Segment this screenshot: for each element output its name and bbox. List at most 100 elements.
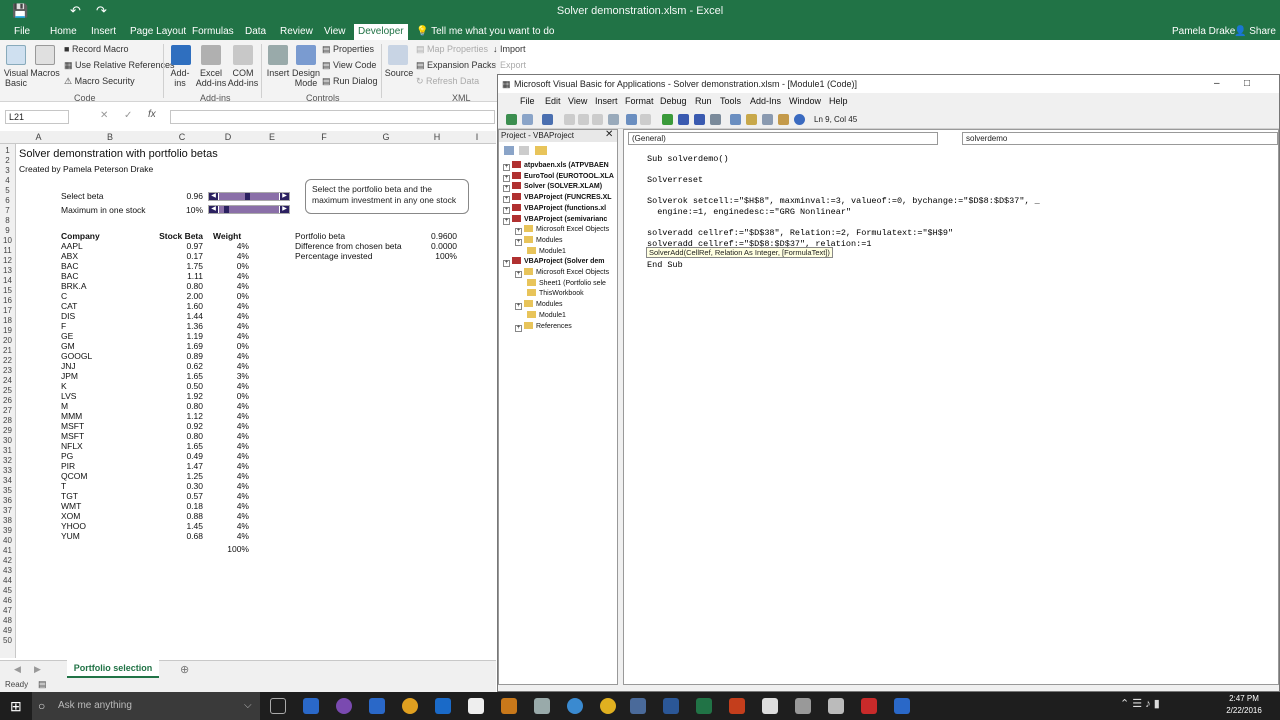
percentage-value[interactable]: 100%: [417, 251, 457, 261]
menu-window[interactable]: Window: [789, 96, 821, 106]
app-icon[interactable]: [894, 698, 910, 714]
tree-item[interactable]: + Microsoft Excel Objects: [515, 225, 609, 236]
app-icon[interactable]: [762, 698, 778, 714]
stock-beta[interactable]: 1.36: [159, 321, 203, 331]
stock-weight[interactable]: 4%: [205, 521, 249, 531]
stock-weight[interactable]: 4%: [205, 451, 249, 461]
difference-value[interactable]: 0.0000: [417, 241, 457, 251]
break-icon[interactable]: [678, 114, 689, 125]
stock-company[interactable]: YHOO: [61, 521, 86, 531]
sheet-author[interactable]: Created by Pamela Peterson Drake: [19, 164, 153, 174]
row-header[interactable]: 1: [0, 146, 15, 156]
column-header[interactable]: C: [159, 132, 205, 142]
expansion-packs-button[interactable]: ▤ Expansion Packs: [416, 60, 496, 71]
expand-icon[interactable]: +: [503, 217, 510, 225]
expand-icon[interactable]: +: [503, 196, 510, 204]
app-icon[interactable]: [501, 698, 517, 714]
tab-developer[interactable]: Developer: [354, 24, 408, 40]
menu-file[interactable]: File: [520, 96, 535, 106]
row-header[interactable]: 43: [0, 566, 15, 576]
stock-beta[interactable]: 1.45: [159, 521, 203, 531]
stock-weight[interactable]: 4%: [205, 271, 249, 281]
row-header[interactable]: 46: [0, 596, 15, 606]
app-icon[interactable]: [828, 698, 844, 714]
row-header[interactable]: 34: [0, 476, 15, 486]
macros-button[interactable]: Macros: [30, 68, 60, 78]
tray-icons[interactable]: ⌃ ☰ ♪ ▮: [1120, 697, 1160, 710]
stock-beta[interactable]: 0.68: [159, 531, 203, 541]
stock-beta[interactable]: 0.80: [159, 401, 203, 411]
slider-left-button[interactable]: ◀: [209, 206, 218, 213]
export-button[interactable]: ↑ Export: [493, 60, 526, 70]
row-header[interactable]: 22: [0, 356, 15, 366]
stock-beta[interactable]: 1.69: [159, 341, 203, 351]
portfolio-beta-value[interactable]: 0.9600: [417, 231, 457, 241]
row-header[interactable]: 40: [0, 536, 15, 546]
edge-icon[interactable]: [303, 698, 319, 714]
tree-item[interactable]: + EuroTool (EUROTOOL.XLA: [503, 171, 614, 182]
stock-company[interactable]: CAT: [61, 301, 77, 311]
select-beta-value[interactable]: 0.96: [159, 191, 203, 201]
column-header[interactable]: H: [417, 132, 457, 142]
taskbar-clock[interactable]: 2:47 PM 2/22/2016: [1214, 693, 1274, 717]
column-header[interactable]: E: [251, 132, 293, 142]
stock-weight[interactable]: 4%: [205, 241, 249, 251]
excel-addins-button[interactable]: Excel Add-ins: [195, 68, 227, 88]
stock-company[interactable]: DIS: [61, 311, 75, 321]
row-header[interactable]: 16: [0, 296, 15, 306]
find-icon[interactable]: [608, 114, 619, 125]
row-header[interactable]: 29: [0, 426, 15, 436]
copy-icon[interactable]: [578, 114, 589, 125]
row-header[interactable]: 48: [0, 616, 15, 626]
stock-company[interactable]: GE: [61, 331, 73, 341]
stock-beta[interactable]: 0.30: [159, 481, 203, 491]
stock-company[interactable]: MSFT: [61, 421, 84, 431]
refresh-data-button[interactable]: ↻ Refresh Data: [416, 76, 479, 87]
save-icon[interactable]: [542, 114, 553, 125]
tree-item[interactable]: Module1: [527, 246, 566, 256]
stock-company[interactable]: BAC: [61, 271, 78, 281]
percentage-label[interactable]: Percentage invested: [295, 251, 373, 261]
tab-view[interactable]: View: [320, 25, 350, 39]
row-header[interactable]: 37: [0, 506, 15, 516]
expand-icon[interactable]: +: [515, 238, 522, 246]
app-icon[interactable]: [468, 698, 484, 714]
row-header[interactable]: 44: [0, 576, 15, 586]
tab-review[interactable]: Review: [276, 25, 317, 39]
row-header[interactable]: 7: [0, 206, 15, 216]
stock-company[interactable]: YUM: [61, 531, 80, 541]
stock-weight[interactable]: 4%: [205, 511, 249, 521]
stock-company[interactable]: MSFT: [61, 431, 84, 441]
stock-beta[interactable]: 0.50: [159, 381, 203, 391]
run-dialog-button[interactable]: ▤ Run Dialog: [322, 76, 378, 87]
relative-refs-button[interactable]: ▦ Use Relative References: [64, 60, 175, 71]
stock-beta[interactable]: 1.44: [159, 311, 203, 321]
app-icon[interactable]: [795, 698, 811, 714]
stock-beta[interactable]: 0.57: [159, 491, 203, 501]
stock-weight[interactable]: 4%: [205, 361, 249, 371]
row-header[interactable]: 45: [0, 586, 15, 596]
stock-company[interactable]: BAC: [61, 261, 78, 271]
stock-weight[interactable]: 4%: [205, 501, 249, 511]
row-header[interactable]: 15: [0, 286, 15, 296]
prev-sheet-icon[interactable]: ◀: [14, 664, 21, 675]
tree-item[interactable]: + atpvbaen.xls (ATPVBAEN: [503, 161, 609, 171]
menu-run[interactable]: Run: [695, 96, 712, 106]
row-header[interactable]: 47: [0, 606, 15, 616]
com-addins-button[interactable]: COM Add-ins: [227, 68, 259, 88]
column-header[interactable]: G: [355, 132, 417, 142]
microphone-icon[interactable]: ⌵: [244, 692, 252, 720]
redo-icon[interactable]: [640, 114, 651, 125]
row-header[interactable]: 4: [0, 176, 15, 186]
stock-company[interactable]: LVS: [61, 391, 76, 401]
visual-basic-button[interactable]: Visual Basic: [2, 68, 30, 88]
app-icon[interactable]: [534, 698, 550, 714]
share-button[interactable]: 👤 Share: [1230, 25, 1280, 39]
stock-company[interactable]: XOM: [61, 511, 80, 521]
stock-weight[interactable]: 4%: [205, 351, 249, 361]
stock-weight[interactable]: 4%: [205, 441, 249, 451]
formula-input[interactable]: [170, 110, 495, 124]
properties-button[interactable]: ▤ Properties: [322, 44, 374, 55]
insert-module-icon[interactable]: [522, 114, 533, 125]
row-header[interactable]: 19: [0, 326, 15, 336]
